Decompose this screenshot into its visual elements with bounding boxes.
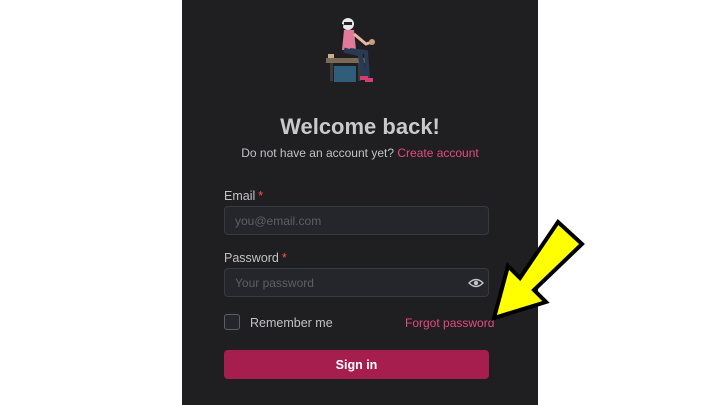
remember-me-checkbox[interactable] (224, 314, 240, 330)
email-label: Email * (224, 189, 263, 203)
create-account-link[interactable]: Create account (397, 146, 478, 160)
person-sitting-illustration (326, 18, 375, 82)
remember-me-label[interactable]: Remember me (250, 316, 333, 330)
email-field[interactable] (224, 206, 489, 235)
eye-icon[interactable] (468, 276, 484, 290)
page-title: Welcome back! (280, 114, 440, 139)
password-required-mark: * (281, 251, 287, 265)
yellow-arrow-icon (491, 218, 585, 321)
signup-prompt-text: Do not have an account yet? (241, 146, 395, 160)
forgot-password-link[interactable]: Forgot password (405, 316, 494, 330)
sign-in-button[interactable]: Sign in (224, 350, 489, 379)
signup-prompt: Do not have an account yet? Create accou… (182, 146, 538, 160)
password-label-text: Password (224, 251, 279, 265)
password-field[interactable] (224, 268, 489, 297)
password-label: Password * (224, 251, 287, 265)
email-required-mark: * (258, 189, 264, 203)
email-label-text: Email (224, 189, 256, 203)
